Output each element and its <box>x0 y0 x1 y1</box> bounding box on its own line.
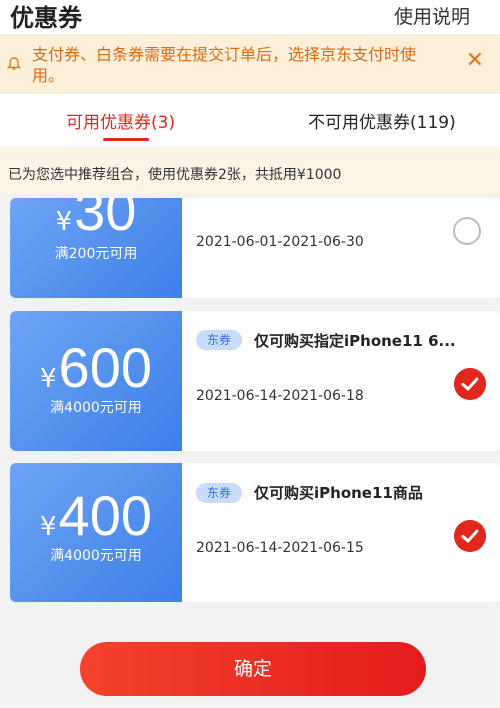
coupon-value: 400 <box>58 484 152 547</box>
notice-text: 支付券、白条券需要在提交订单后，选择京东支付时使用。 <box>32 45 417 85</box>
coupon-condition: 满4000元可用 <box>50 400 142 416</box>
coupon-date: 2021-06-01-2021-06-30 <box>196 234 364 250</box>
coupon-card[interactable]: ¥600 满4000元可用 东券 仅可购买指定iPhone11 6... 202… <box>10 311 500 451</box>
coupon-name: 仅可购买iPhone11商品 <box>254 484 423 502</box>
coupon-amount: ¥600 <box>10 335 182 400</box>
coupon-condition: 满4000元可用 <box>50 548 142 564</box>
checkmark-icon[interactable] <box>454 520 486 552</box>
coupon-amount: ¥400 <box>10 483 182 548</box>
coupon-value: 600 <box>58 336 152 399</box>
recommend-tip: 已为您选中推荐组合，使用优惠券2张，共抵用¥1000 <box>0 146 500 194</box>
confirm-button[interactable]: 确定 <box>80 642 426 696</box>
close-icon[interactable]: ✕ <box>466 50 484 72</box>
checkmark-icon[interactable] <box>454 368 486 400</box>
tab-available[interactable]: 可用优惠券(3) <box>66 108 175 133</box>
coupon-amount: ¥30 <box>10 198 182 243</box>
coupon-date: 2021-06-14-2021-06-18 <box>196 388 364 404</box>
coupon-type-badge: 东券 <box>196 330 242 350</box>
coupon-radio[interactable] <box>453 217 481 245</box>
coupon-value: 30 <box>74 198 137 242</box>
notice-banner: 支付券、白条券需要在提交订单后，选择京东支付时使用。 ✕ <box>0 34 500 94</box>
currency-symbol: ¥ <box>55 207 73 237</box>
currency-symbol: ¥ <box>40 364 57 394</box>
page-title: 优惠券 <box>10 4 82 32</box>
active-tab-indicator <box>103 138 149 141</box>
coupon-name: 仅可购买指定iPhone11 6... <box>254 332 456 350</box>
coupon-type-badge: 东券 <box>196 483 242 503</box>
coupon-card[interactable]: ¥400 满4000元可用 东券 仅可购买iPhone11商品 2021-06-… <box>10 463 500 602</box>
tab-unavailable[interactable]: 不可用优惠券(119) <box>308 108 456 133</box>
bell-icon <box>7 57 21 70</box>
header: 优惠券 使用说明 <box>0 0 500 34</box>
help-link[interactable]: 使用说明 <box>394 2 470 29</box>
coupon-card[interactable]: ¥30 满200元可用 2021-06-01-2021-06-30 <box>10 198 500 298</box>
coupon-date: 2021-06-14-2021-06-15 <box>196 540 364 556</box>
tab-bar: 可用优惠券(3) 不可用优惠券(119) <box>0 94 500 146</box>
recommend-tip-text: 已为您选中推荐组合，使用优惠券2张，共抵用¥1000 <box>8 167 342 183</box>
currency-symbol: ¥ <box>40 512 57 542</box>
coupon-condition: 满200元可用 <box>54 246 138 262</box>
